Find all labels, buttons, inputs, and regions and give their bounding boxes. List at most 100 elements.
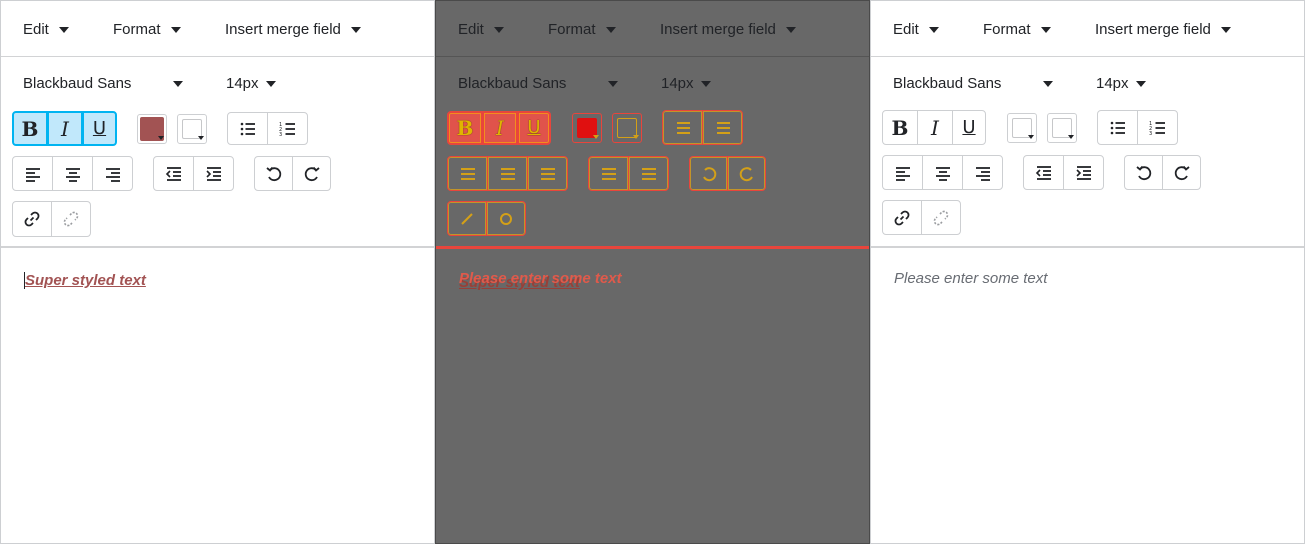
outdent-icon: [601, 167, 616, 180]
menu-edit-label: Edit: [893, 21, 919, 38]
align-center-icon: [935, 166, 950, 181]
font-family-select[interactable]: Blackbaud Sans: [893, 73, 1055, 95]
font-family-select[interactable]: Blackbaud Sans: [23, 73, 185, 95]
unlink-icon: [500, 212, 512, 225]
indent-button[interactable]: [193, 156, 234, 191]
numbered-list-button[interactable]: 123: [1137, 110, 1178, 145]
chevron-down-icon: [928, 27, 939, 33]
highlight-color-button[interactable]: [1047, 113, 1077, 143]
undo-button[interactable]: [689, 156, 728, 191]
align-center-button[interactable]: [487, 156, 528, 191]
font-color-button[interactable]: [137, 114, 167, 144]
italic-button[interactable]: I: [482, 111, 518, 145]
underline-button[interactable]: U: [517, 111, 551, 145]
numbered-list-button[interactable]: [702, 110, 743, 145]
italic-button[interactable]: I: [47, 111, 83, 146]
chevron-down-icon: [1068, 135, 1074, 139]
numbered-list-icon: 123: [279, 122, 295, 138]
font-color-button[interactable]: [1007, 113, 1037, 143]
outdent-icon: [1035, 165, 1051, 180]
highlight-color-button[interactable]: [612, 113, 642, 143]
align-right-button[interactable]: [962, 155, 1003, 190]
redo-button[interactable]: [1162, 155, 1201, 190]
menubar: Edit Format Insert merge field: [871, 1, 1304, 57]
indent-icon: [205, 166, 221, 181]
numbered-list-icon: 123: [1149, 121, 1165, 137]
bold-icon: B: [21, 116, 39, 141]
link-icon: [461, 212, 473, 225]
chevron-down-icon: [158, 136, 164, 140]
align-center-icon: [65, 167, 80, 182]
italic-icon: I: [61, 116, 69, 141]
bold-button[interactable]: B: [447, 111, 483, 145]
indent-button[interactable]: [628, 156, 669, 191]
bulleted-list-button[interactable]: [227, 112, 268, 145]
editor-area[interactable]: Super styled text Please enter some text: [436, 248, 869, 543]
menu-edit-label: Edit: [23, 21, 49, 38]
undo-icon: [265, 166, 281, 181]
outdent-button[interactable]: [588, 156, 629, 191]
link-button[interactable]: [882, 200, 922, 235]
link-button[interactable]: [447, 201, 487, 236]
redo-button[interactable]: [292, 156, 331, 191]
align-center-button[interactable]: [52, 156, 93, 191]
menu-edit[interactable]: Edit: [23, 19, 69, 41]
editor-area[interactable]: Please enter some text: [871, 248, 1304, 543]
underline-button[interactable]: U: [952, 110, 986, 145]
undo-button[interactable]: [1124, 155, 1163, 190]
chevron-down-icon: [785, 27, 796, 33]
menu-insert-merge-field[interactable]: Insert merge field: [1095, 19, 1231, 41]
editor-placeholder: Please enter some text: [459, 270, 622, 287]
font-size-select[interactable]: 14px: [226, 73, 278, 95]
unlink-button[interactable]: [921, 200, 961, 235]
outdent-button[interactable]: [153, 156, 194, 191]
menu-format[interactable]: Format: [983, 19, 1051, 41]
underline-button[interactable]: U: [82, 111, 117, 146]
align-center-icon: [500, 167, 515, 180]
numbered-list-button[interactable]: 123: [267, 112, 308, 145]
link-icon: [894, 210, 910, 225]
chevron-down-icon: [1040, 27, 1051, 33]
align-left-button[interactable]: [12, 156, 53, 191]
menu-format[interactable]: Format: [548, 19, 616, 41]
menu-edit[interactable]: Edit: [458, 19, 504, 41]
redo-button[interactable]: [727, 156, 766, 191]
indent-button[interactable]: [1063, 155, 1104, 190]
bulleted-list-button[interactable]: [662, 110, 703, 145]
numbered-list-icon: [716, 121, 730, 134]
align-left-button[interactable]: [882, 155, 923, 190]
align-left-icon: [25, 167, 40, 182]
align-center-button[interactable]: [922, 155, 963, 190]
font-size-select[interactable]: 14px: [661, 73, 713, 95]
menu-insert-merge-field[interactable]: Insert merge field: [225, 19, 361, 41]
chevron-down-icon: [266, 81, 276, 87]
align-right-button[interactable]: [92, 156, 133, 191]
menu-format-label: Format: [113, 21, 161, 38]
italic-button[interactable]: I: [917, 110, 953, 145]
font-size-select[interactable]: 14px: [1096, 73, 1148, 95]
font-family-select[interactable]: Blackbaud Sans: [458, 73, 620, 95]
menu-insert-merge-field[interactable]: Insert merge field: [660, 19, 796, 41]
outdent-button[interactable]: [1023, 155, 1064, 190]
chevron-down-icon: [1043, 81, 1053, 87]
unlink-icon: [63, 211, 79, 227]
menu-format-label: Format: [548, 21, 596, 38]
link-button[interactable]: [12, 201, 52, 237]
bulleted-list-button[interactable]: [1097, 110, 1138, 145]
editor-area[interactable]: Super styled text: [1, 248, 434, 543]
italic-icon: I: [496, 116, 504, 140]
align-right-button[interactable]: [527, 156, 568, 191]
bold-button[interactable]: B: [12, 111, 48, 146]
underline-icon: U: [527, 117, 541, 138]
highlight-color-button[interactable]: [177, 114, 207, 144]
menu-format[interactable]: Format: [113, 19, 181, 41]
unlink-button[interactable]: [486, 201, 526, 236]
undo-button[interactable]: [254, 156, 293, 191]
bold-button[interactable]: B: [882, 110, 918, 145]
unlink-button[interactable]: [51, 201, 91, 237]
font-color-button[interactable]: [572, 113, 602, 143]
menu-edit[interactable]: Edit: [893, 19, 939, 41]
svg-text:3: 3: [1149, 131, 1152, 137]
align-left-button[interactable]: [447, 156, 488, 191]
editor-placeholder: Please enter some text: [894, 270, 1048, 287]
